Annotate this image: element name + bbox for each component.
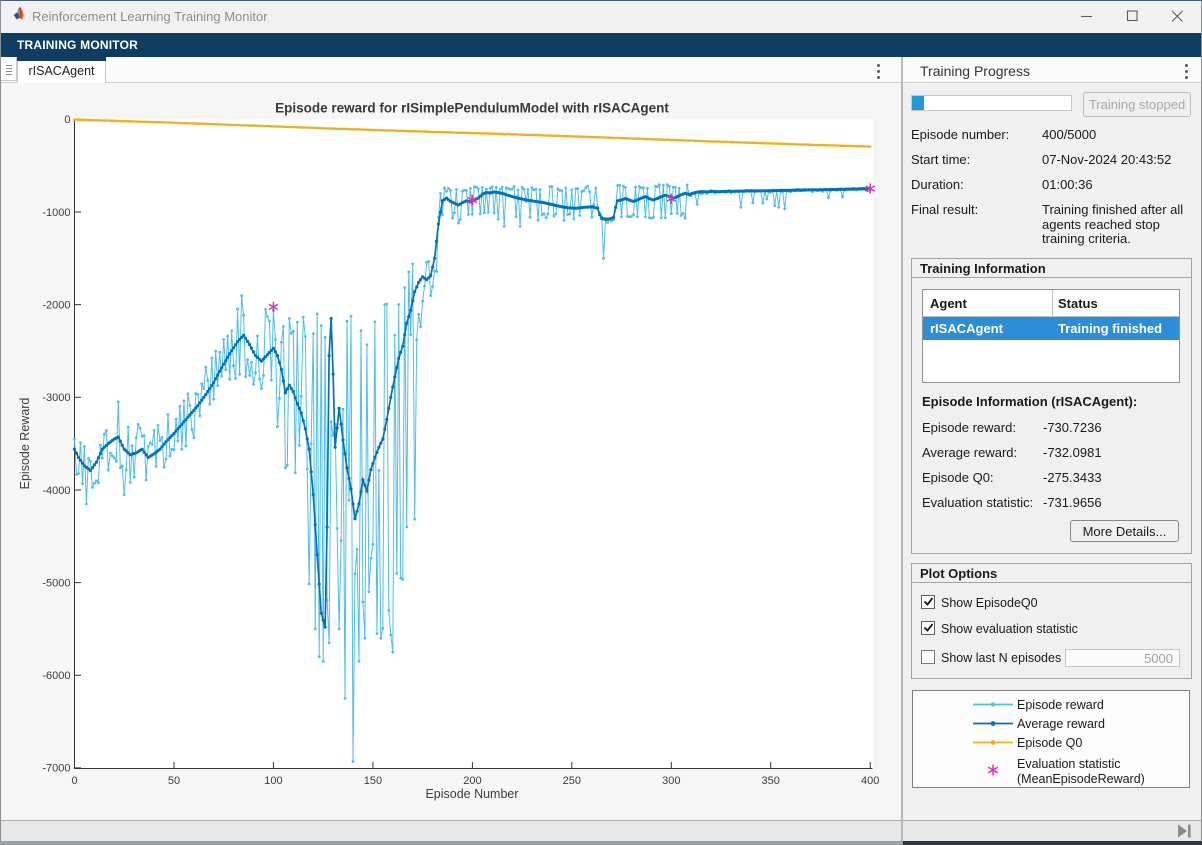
svg-text:-7000: -7000 <box>42 763 70 775</box>
svg-text:Average reward: Average reward <box>1017 717 1105 731</box>
svg-text:-3000: -3000 <box>42 392 70 404</box>
svg-text:Episode reward: Episode reward <box>1017 698 1104 712</box>
svg-text:0: 0 <box>71 775 77 787</box>
svg-text:Evaluation statistic: Evaluation statistic <box>1017 757 1121 771</box>
svg-text:-5000: -5000 <box>42 577 70 589</box>
svg-text:300: 300 <box>662 775 680 787</box>
svg-text:-4000: -4000 <box>42 485 70 497</box>
svg-text:Episode Q0: Episode Q0 <box>1017 736 1082 750</box>
svg-text:Episode Reward: Episode Reward <box>18 398 32 490</box>
svg-text:350: 350 <box>762 775 780 787</box>
svg-text:Episode Number: Episode Number <box>425 787 518 801</box>
svg-text:-6000: -6000 <box>42 670 70 682</box>
svg-text:250: 250 <box>563 775 581 787</box>
svg-text:150: 150 <box>364 775 382 787</box>
svg-text:50: 50 <box>168 775 180 787</box>
svg-text:-1000: -1000 <box>42 207 70 219</box>
svg-text:-2000: -2000 <box>42 299 70 311</box>
svg-text:0: 0 <box>64 114 70 126</box>
svg-text:(MeanEpisodeReward): (MeanEpisodeReward) <box>1017 772 1145 786</box>
svg-text:Episode reward for rISimplePen: Episode reward for rISimplePendulumModel… <box>275 101 669 116</box>
svg-text:400: 400 <box>861 775 879 787</box>
svg-text:200: 200 <box>463 775 481 787</box>
svg-text:100: 100 <box>264 775 282 787</box>
